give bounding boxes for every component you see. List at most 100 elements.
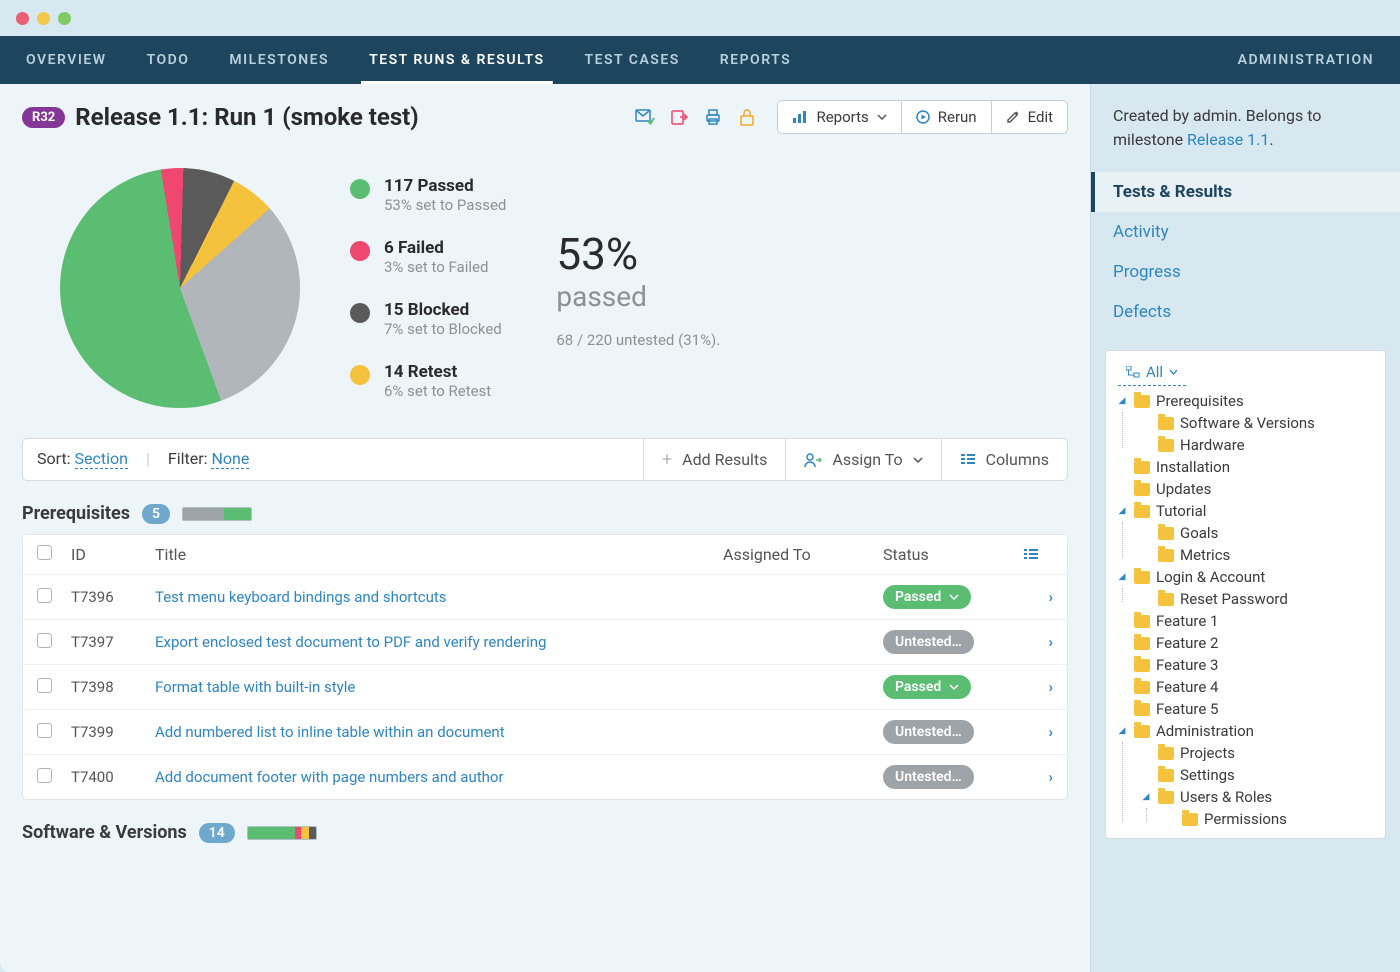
tree-expand-icon[interactable]: ◢ <box>1116 572 1128 582</box>
add-results-button[interactable]: + Add Results <box>643 439 785 480</box>
tree-node[interactable]: Reset Password <box>1136 588 1379 610</box>
chevron-down-icon <box>913 457 923 463</box>
folder-icon <box>1158 527 1174 540</box>
tree-expand-icon[interactable]: ◢ <box>1116 396 1128 406</box>
status-pill[interactable]: Untested… <box>883 720 974 744</box>
tree-node[interactable]: Goals <box>1136 522 1379 544</box>
legend-sub: 6% set to Retest <box>384 382 491 400</box>
status-pill[interactable]: Untested… <box>883 630 974 654</box>
sidenav-activity[interactable]: Activity <box>1091 212 1400 252</box>
status-pill[interactable]: Passed <box>883 675 971 699</box>
row-checkbox[interactable] <box>37 678 52 693</box>
row-expand-icon[interactable]: › <box>1048 633 1053 651</box>
tree-node[interactable]: ◢ Users & Roles <box>1136 786 1379 808</box>
pencil-icon <box>1006 110 1020 124</box>
legend-dot-failed <box>350 241 370 261</box>
row-expand-icon[interactable]: › <box>1048 723 1053 741</box>
tree-node[interactable]: Installation <box>1112 456 1379 478</box>
mini-progress-bar <box>247 826 317 840</box>
row-id: T7400 <box>71 768 155 786</box>
tree-node[interactable]: Metrics <box>1136 544 1379 566</box>
row-checkbox[interactable] <box>37 588 52 603</box>
tree-node[interactable]: Projects <box>1136 742 1379 764</box>
nav-overview[interactable]: OVERVIEW <box>18 36 115 84</box>
row-expand-icon[interactable]: › <box>1048 678 1053 696</box>
folder-icon <box>1158 549 1174 562</box>
folder-icon <box>1134 395 1150 408</box>
row-expand-icon[interactable]: › <box>1048 768 1053 786</box>
maximize-dot[interactable] <box>58 12 71 25</box>
reports-button[interactable]: Reports <box>777 100 901 134</box>
sidenav-progress[interactable]: Progress <box>1091 252 1400 292</box>
tree-node[interactable]: Updates <box>1112 478 1379 500</box>
row-checkbox[interactable] <box>37 723 52 738</box>
tree-expand-icon[interactable]: ◢ <box>1116 726 1128 736</box>
sidenav-defects[interactable]: Defects <box>1091 292 1400 332</box>
tree-node-label: Feature 3 <box>1156 656 1218 674</box>
tree-node[interactable]: ◢ Tutorial <box>1112 500 1379 522</box>
tree-node[interactable]: Feature 1 <box>1112 610 1379 632</box>
tree-node[interactable]: Feature 3 <box>1112 654 1379 676</box>
edit-button[interactable]: Edit <box>992 100 1068 134</box>
status-pill[interactable]: Untested… <box>883 765 974 789</box>
row-checkbox[interactable] <box>37 633 52 648</box>
mail-check-icon[interactable] <box>635 107 655 127</box>
milestone-link[interactable]: Release 1.1 <box>1187 130 1269 149</box>
test-title-link[interactable]: Format table with built-in style <box>155 678 355 696</box>
tree-all[interactable]: All <box>1118 359 1186 386</box>
tree-node-label: Metrics <box>1180 546 1230 564</box>
tree-node[interactable]: Hardware <box>1136 434 1379 456</box>
tree-node[interactable]: Feature 5 <box>1112 698 1379 720</box>
nav-milestones[interactable]: MILESTONES <box>221 36 337 84</box>
column-options-icon[interactable] <box>1023 548 1053 562</box>
sort-value[interactable]: Section <box>75 449 128 469</box>
nav-testruns[interactable]: TEST RUNS & RESULTS <box>361 36 552 84</box>
legend-sub: 53% set to Passed <box>384 196 506 214</box>
mini-progress-bar <box>182 507 252 521</box>
assign-to-label: Assign To <box>832 450 902 469</box>
folder-icon <box>1134 637 1150 650</box>
row-checkbox[interactable] <box>37 768 52 783</box>
assign-to-button[interactable]: Assign To <box>785 439 940 480</box>
table-row: T7396 Test menu keyboard bindings and sh… <box>23 575 1067 620</box>
columns-button[interactable]: Columns <box>941 439 1067 480</box>
tree-node[interactable]: Software & Versions <box>1136 412 1379 434</box>
row-id: T7397 <box>71 633 155 651</box>
nav-testcases[interactable]: TEST CASES <box>577 36 688 84</box>
print-icon[interactable] <box>703 107 723 127</box>
tree-node[interactable]: Permissions <box>1160 808 1379 830</box>
tree-expand-icon[interactable]: ◢ <box>1140 792 1152 802</box>
tree-node-label: Software & Versions <box>1180 414 1315 432</box>
nav-admin[interactable]: ADMINISTRATION <box>1230 36 1382 84</box>
select-all-checkbox[interactable] <box>37 545 52 560</box>
nav-todo[interactable]: TODO <box>139 36 198 84</box>
tree-node[interactable]: ◢ Prerequisites <box>1112 390 1379 412</box>
rerun-button[interactable]: Rerun <box>902 100 992 134</box>
folder-icon <box>1158 747 1174 760</box>
export-icon[interactable] <box>669 107 689 127</box>
tree-expand-icon[interactable]: ◢ <box>1116 506 1128 516</box>
row-expand-icon[interactable]: › <box>1048 588 1053 606</box>
tree-node[interactable]: Feature 2 <box>1112 632 1379 654</box>
minimize-dot[interactable] <box>37 12 50 25</box>
test-title-link[interactable]: Test menu keyboard bindings and shortcut… <box>155 588 447 606</box>
close-dot[interactable] <box>16 12 29 25</box>
tree-node[interactable]: ◢ Login & Account <box>1112 566 1379 588</box>
legend: 117 Passed 53% set to Passed 6 Failed 3%… <box>350 176 506 400</box>
section-count: 5 <box>142 504 170 524</box>
sidenav-tests-results[interactable]: Tests & Results <box>1091 172 1400 212</box>
tree-node[interactable]: ◢ Administration <box>1112 720 1379 742</box>
row-id: T7399 <box>71 723 155 741</box>
legend-sub: 3% set to Failed <box>384 258 488 276</box>
lock-icon[interactable] <box>737 107 757 127</box>
test-title-link[interactable]: Export enclosed test document to PDF and… <box>155 633 546 651</box>
test-title-link[interactable]: Add numbered list to inline table within… <box>155 723 505 741</box>
status-pill[interactable]: Passed <box>883 585 971 609</box>
tree-node[interactable]: Settings <box>1136 764 1379 786</box>
test-title-link[interactable]: Add document footer with page numbers an… <box>155 768 504 786</box>
tree-node[interactable]: Feature 4 <box>1112 676 1379 698</box>
filter-value[interactable]: None <box>211 449 249 469</box>
run-badge: R32 <box>22 107 65 128</box>
tree-node-label: Tutorial <box>1156 502 1206 520</box>
nav-reports[interactable]: REPORTS <box>712 36 799 84</box>
